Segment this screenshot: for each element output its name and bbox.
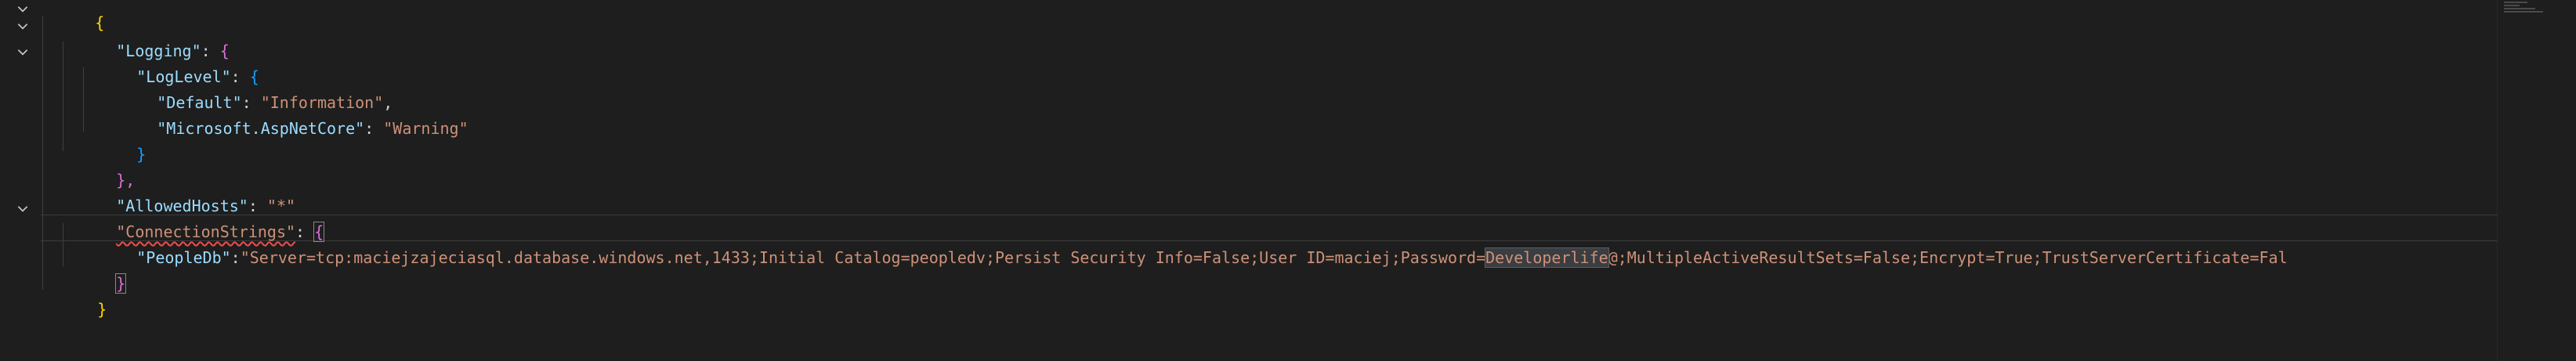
brace-close: }	[97, 300, 107, 319]
code-area[interactable]: { "Logging": { "LogLevel": { "Default": …	[41, 0, 2498, 361]
brace-close: }	[115, 273, 127, 294]
code-line-root-close: }	[41, 271, 107, 319]
code-editor[interactable]: { "Logging": { "LogLevel": { "Default": …	[0, 0, 2576, 361]
chevron-down-icon[interactable]	[14, 17, 31, 34]
code-line-logging-close: },	[60, 142, 135, 190]
code-line-root-open: {	[38, 0, 104, 32]
json-string-value: @;MultipleActiveResultSets=False;Encrypt…	[1608, 248, 2288, 267]
code-line-conn-close: }	[60, 245, 127, 294]
code-line-logging: "Logging": {	[116, 42, 230, 60]
code-line-loglevel-close: }	[80, 116, 146, 164]
chevron-down-icon[interactable]	[14, 200, 31, 217]
selected-text[interactable]: Developerlife	[1485, 247, 1609, 268]
chevron-down-icon[interactable]	[14, 0, 31, 17]
code-line-loglevel: "LogLevel": {	[136, 67, 259, 86]
minimap[interactable]	[2497, 0, 2576, 361]
chevron-down-icon[interactable]	[14, 43, 31, 60]
editor-gutter	[0, 0, 41, 361]
code-line-microsoft: "Microsoft.AspNetCore": "Warning"	[157, 119, 469, 138]
json-string-value: "Warning"	[383, 119, 469, 138]
json-string-value: "Server=tcp:maciejzajeciasql.database.wi…	[240, 248, 1486, 267]
json-key: "PeopleDb"	[136, 248, 231, 267]
code-line-allowedhosts: "AllowedHosts": "*"	[116, 197, 296, 215]
code-line-default: "Default": "Information",	[157, 93, 393, 112]
code-line-connectionstrings: "ConnectionStrings": {	[116, 222, 325, 242]
brace-close: }	[136, 145, 147, 164]
json-key: "Microsoft.AspNetCore"	[157, 119, 365, 138]
code-line-peopledb: "PeopleDb":"Server=tcp:maciejzajeciasql.…	[136, 247, 2288, 268]
